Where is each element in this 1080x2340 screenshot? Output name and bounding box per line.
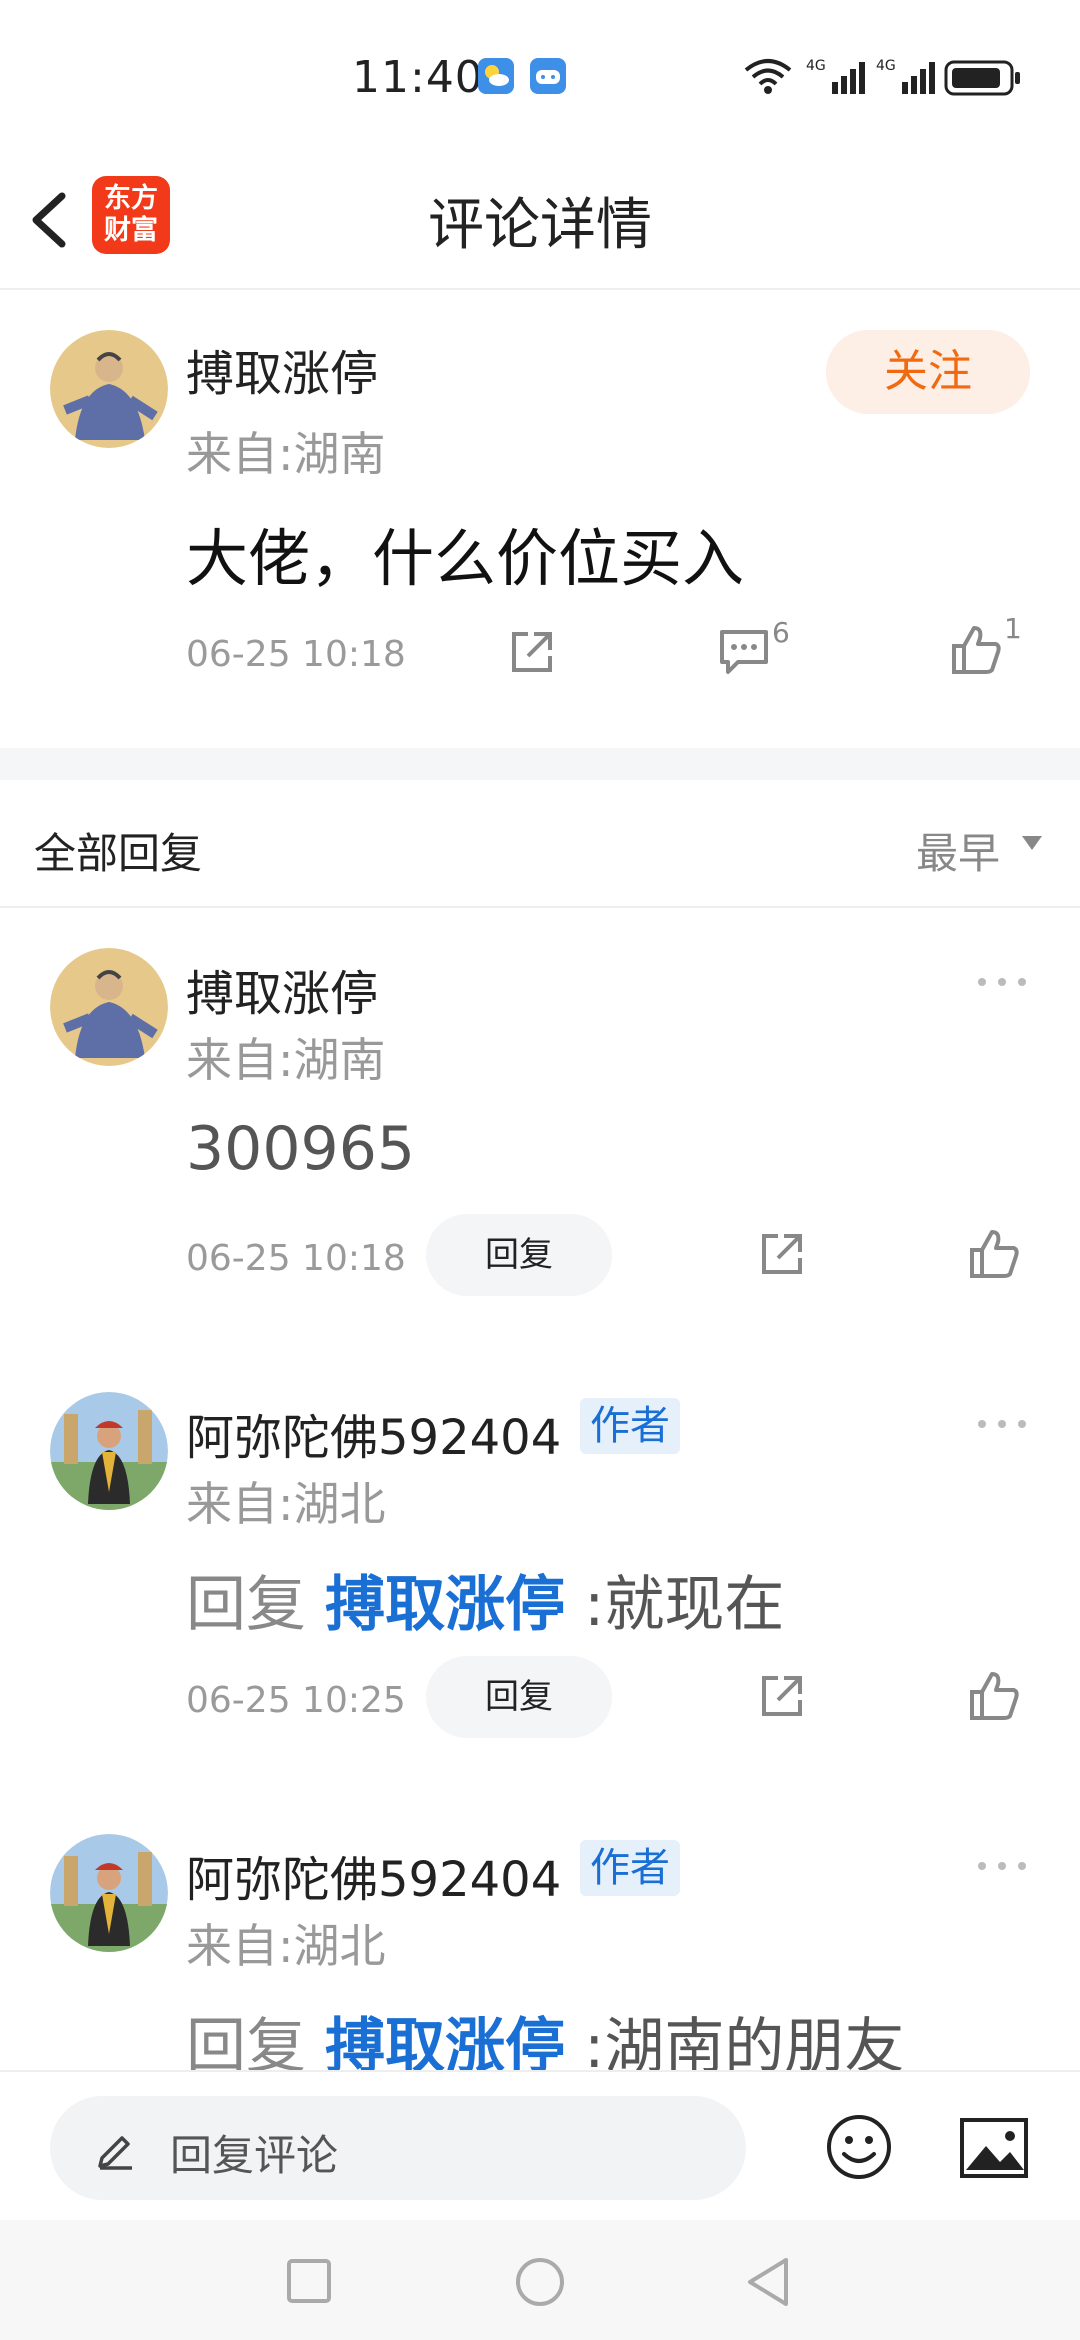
reply-button[interactable]: 回复	[426, 1214, 612, 1296]
avatar[interactable]	[50, 330, 168, 448]
comment-username[interactable]: 搏取涨停	[186, 334, 378, 404]
reply-username[interactable]: 搏取涨停	[186, 954, 378, 1024]
emoji-icon[interactable]	[824, 2112, 894, 2186]
back-nav-icon[interactable]	[742, 2254, 794, 2314]
reply-username[interactable]: 阿弥陀佛592404	[186, 1840, 561, 1910]
replies-header: 全部回复 最早	[0, 780, 1080, 908]
reply-content: 300965	[186, 1114, 416, 1184]
battery-icon	[944, 60, 1022, 100]
replies-title: 全部回复	[34, 829, 203, 878]
author-badge: 作者	[580, 1840, 680, 1896]
reply-mention[interactable]: 搏取涨停	[325, 1570, 565, 1640]
reply-location: 来自:湖北	[186, 1477, 386, 1531]
comment-count: 6	[772, 616, 790, 649]
weather-icon	[478, 58, 514, 98]
reply-button[interactable]: 回复	[426, 1656, 612, 1738]
game-icon	[530, 58, 566, 98]
comment-location: 来自:湖南	[186, 427, 386, 481]
reply-timestamp: 06-25 10:25	[186, 1680, 406, 1721]
sort-dropdown[interactable]: 最早	[916, 820, 1000, 881]
reply-prefix: 回复	[186, 1570, 306, 1640]
page-title: 评论详情	[428, 193, 652, 258]
share-icon[interactable]	[756, 1670, 808, 1726]
reply-location: 来自:湖北	[186, 1919, 386, 1973]
bottom-bar: 回复评论	[0, 2070, 1080, 2220]
reply-avatar[interactable]	[50, 948, 168, 1066]
recents-icon[interactable]	[286, 2258, 332, 2308]
more-icon[interactable]	[974, 974, 1030, 994]
reply-location: 来自:湖南	[186, 1033, 386, 1087]
signal-icon-2: 4G	[876, 56, 938, 100]
share-icon[interactable]	[506, 626, 558, 682]
share-icon[interactable]	[756, 1228, 808, 1284]
system-nav-bar	[0, 2220, 1080, 2340]
reply-timestamp: 06-25 10:18	[186, 1238, 406, 1279]
author-badge: 作者	[580, 1398, 680, 1454]
status-time: 11:40	[352, 52, 484, 103]
svg-text:4G: 4G	[806, 58, 826, 74]
caret-down-icon[interactable]	[1022, 836, 1042, 850]
reply-input-placeholder: 回复评论	[170, 2131, 339, 2180]
comment-icon[interactable]	[716, 626, 772, 682]
section-divider	[0, 748, 1080, 780]
home-icon[interactable]	[514, 2256, 566, 2312]
wifi-icon	[742, 56, 794, 100]
signal-icon: 4G	[806, 56, 868, 100]
more-icon[interactable]	[974, 1416, 1030, 1436]
reply-username[interactable]: 阿弥陀佛592404	[186, 1398, 561, 1468]
reply-avatar[interactable]	[50, 1392, 168, 1510]
image-icon[interactable]	[958, 2116, 1030, 2184]
more-icon[interactable]	[974, 1858, 1030, 1878]
status-bar: 11:40 4G 4G	[0, 0, 1080, 150]
like-icon[interactable]	[948, 622, 1004, 682]
reply-colon: :	[584, 1570, 605, 1640]
reply-text: 就现在	[604, 1570, 785, 1640]
reply-input[interactable]: 回复评论	[50, 2096, 746, 2200]
pencil-icon	[94, 2126, 138, 2174]
svg-text:4G: 4G	[876, 58, 896, 74]
reply-avatar[interactable]	[50, 1834, 168, 1952]
like-count: 1	[1004, 612, 1022, 645]
header: 东方 财富 评论详情	[0, 150, 1080, 290]
comment-content: 大佬，什么价位买入	[186, 522, 745, 595]
reply-content: 回复 搏取涨停 :就现在	[186, 1556, 784, 1643]
like-icon[interactable]	[966, 1226, 1022, 1286]
comment-timestamp: 06-25 10:18	[186, 634, 406, 675]
follow-button[interactable]: 关注	[826, 330, 1030, 414]
like-icon[interactable]	[966, 1668, 1022, 1728]
